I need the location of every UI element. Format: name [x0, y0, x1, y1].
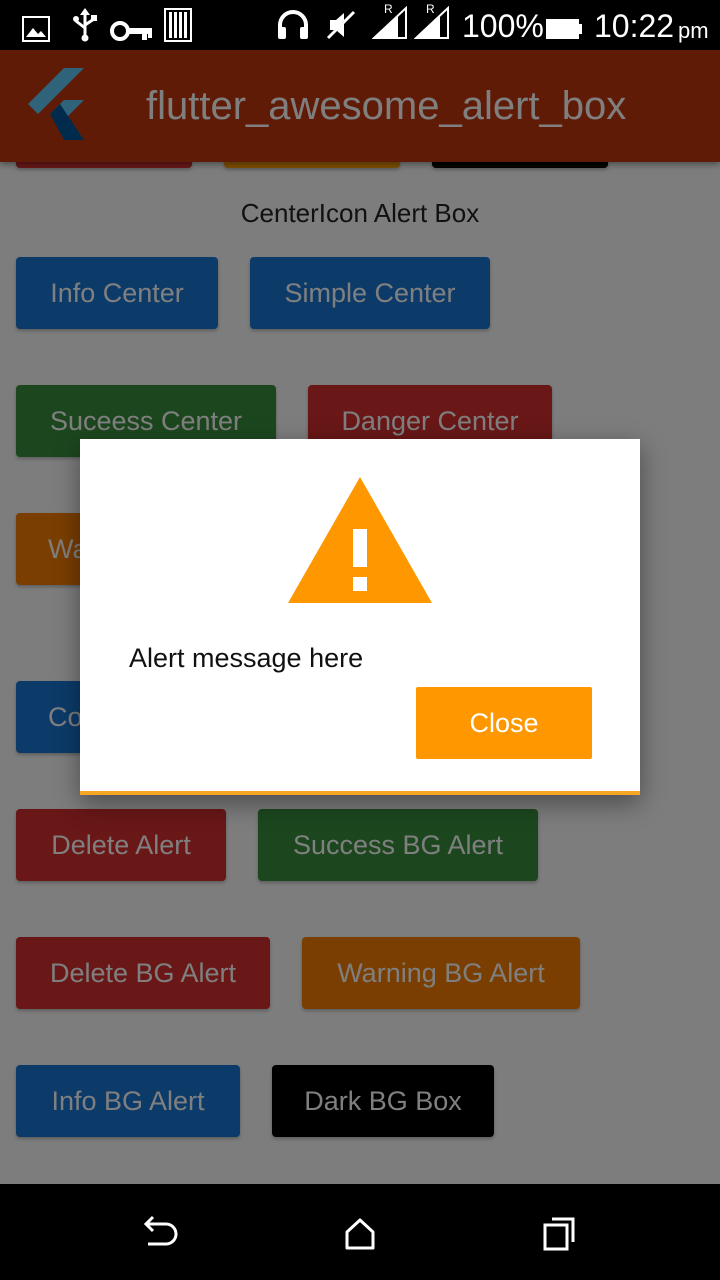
home-icon[interactable] — [340, 1214, 380, 1254]
signal-icon-2 — [414, 6, 449, 39]
signal-icon-1 — [372, 6, 407, 39]
status-bar: R R 100% 10:22 pm — [0, 0, 720, 50]
clock-ampm: pm — [678, 18, 709, 43]
battery-percent: 100% — [462, 8, 544, 44]
back-icon[interactable] — [140, 1214, 180, 1254]
clock-time: 10:22 — [594, 8, 675, 44]
close-button[interactable]: Close — [416, 687, 592, 759]
usb-icon — [73, 8, 97, 42]
mute-icon — [326, 10, 356, 40]
gallery-icon — [22, 16, 50, 42]
battery-icon — [546, 19, 582, 39]
vpn-key-icon — [110, 21, 152, 41]
alert-dialog: Alert message here Close — [80, 439, 640, 795]
dialog-accent-bar — [80, 791, 640, 795]
headset-icon — [278, 10, 308, 39]
dialog-message: Alert message here — [129, 643, 364, 673]
sd-storage-icon — [164, 8, 192, 42]
recent-apps-icon[interactable] — [540, 1214, 580, 1254]
navigation-bar — [0, 1184, 720, 1280]
warning-triangle-icon — [288, 477, 432, 603]
